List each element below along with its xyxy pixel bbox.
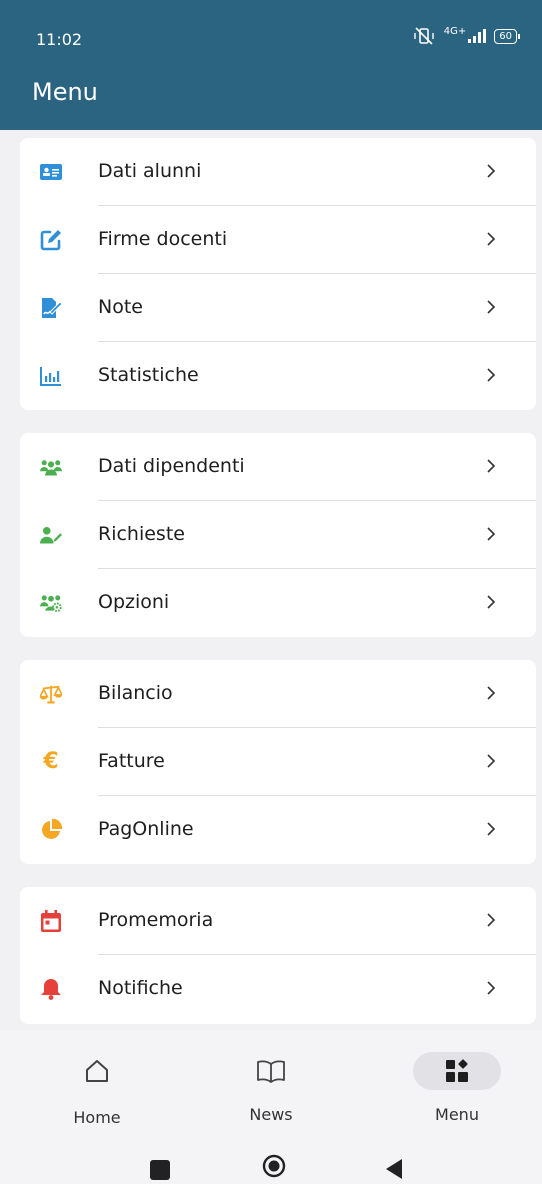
app-bar: Menu (0, 76, 542, 130)
nav-news-label: News (249, 1105, 293, 1124)
menu-item-label: Bilancio (98, 682, 173, 704)
menu-item-fatture[interactable]: € Fatture (20, 728, 536, 796)
note-sign-icon (40, 297, 62, 319)
menu-item-dati-alunni[interactable]: Dati alunni (20, 138, 536, 206)
status-bar: 11:02 4G+ 60 (0, 0, 542, 76)
nav-menu[interactable]: Menu (397, 1052, 517, 1132)
chevron-right-icon (482, 455, 500, 477)
menu-item-label: Notifiche (98, 977, 183, 999)
pie-chart-icon (40, 819, 62, 841)
user-pen-icon (40, 524, 62, 546)
chevron-right-icon (482, 591, 500, 613)
recents-button[interactable] (150, 1160, 170, 1180)
home-system-button[interactable] (262, 1154, 286, 1178)
nav-news[interactable]: News (211, 1052, 331, 1132)
menu-item-firme-docenti[interactable]: Firme docenti (20, 206, 536, 274)
menu-item-label: Firme docenti (98, 228, 228, 250)
menu-group-finance: Bilancio € Fatture PagOnline (20, 660, 536, 864)
status-icons: 4G+ 60 (412, 25, 520, 45)
menu-item-label: Fatture (98, 750, 165, 772)
menu-group-staff: Dati dipendenti Richieste Opzioni (20, 433, 536, 637)
chevron-right-icon (482, 160, 500, 182)
system-navigation-bar (0, 1132, 542, 1184)
menu-item-label: Richieste (98, 523, 185, 545)
nav-news-icon-container (227, 1052, 315, 1090)
menu-item-richieste[interactable]: Richieste (20, 501, 536, 569)
menu-item-dati-dipendenti[interactable]: Dati dipendenti (20, 433, 536, 501)
menu-item-statistiche[interactable]: Statistiche (20, 342, 536, 410)
signal-icon (468, 29, 487, 43)
vibrate-off-icon (414, 27, 434, 45)
calendar-icon (40, 910, 62, 932)
page-title: Menu (32, 78, 98, 106)
menu-group-school: Dati alunni Firme docenti Note Statistic… (20, 138, 536, 410)
menu-item-label: PagOnline (98, 818, 194, 840)
battery-level: 60 (494, 28, 517, 44)
nav-menu-icon-container (413, 1052, 501, 1090)
chevron-right-icon (482, 909, 500, 931)
chevron-right-icon (482, 977, 500, 999)
menu-item-bilancio[interactable]: Bilancio (20, 660, 536, 728)
circle-home-icon (262, 1154, 286, 1178)
bottom-navigation: Home News Menu (0, 1030, 542, 1132)
menu-item-label: Opzioni (98, 591, 170, 613)
battery-icon: 60 (494, 28, 520, 44)
chevron-right-icon (482, 818, 500, 840)
edit-square-icon (40, 229, 62, 251)
users-gear-icon (40, 592, 62, 614)
network-type: 4G+ (443, 25, 467, 37)
menu-item-label: Dati dipendenti (98, 455, 245, 477)
status-time: 11:02 (36, 30, 83, 49)
menu-item-label: Dati alunni (98, 160, 202, 182)
menu-item-label: Promemoria (98, 909, 214, 931)
menu-item-pagonline[interactable]: PagOnline (20, 796, 536, 864)
users-group-icon (40, 456, 62, 478)
back-button[interactable] (384, 1158, 404, 1180)
menu-group-alerts: Promemoria Notifiche (20, 887, 536, 1024)
euro-icon: € (43, 749, 59, 774)
back-triangle-icon (386, 1159, 402, 1179)
chevron-right-icon (482, 296, 500, 318)
nav-home-label: Home (73, 1108, 121, 1127)
menu-item-opzioni[interactable]: Opzioni (20, 569, 536, 637)
dashboard-icon (446, 1059, 468, 1082)
scale-icon (40, 683, 62, 705)
menu-item-notifiche[interactable]: Notifiche (20, 955, 536, 1023)
home-icon (86, 1060, 108, 1082)
chevron-right-icon (482, 750, 500, 772)
menu-item-promemoria[interactable]: Promemoria (20, 887, 536, 955)
nav-menu-label: Menu (435, 1105, 479, 1124)
nav-home-icon-container (53, 1052, 141, 1090)
nav-home[interactable]: Home (37, 1052, 157, 1132)
bell-icon (40, 978, 62, 1000)
chevron-right-icon (482, 228, 500, 250)
menu-item-label: Note (98, 296, 143, 318)
chevron-right-icon (482, 682, 500, 704)
chevron-right-icon (482, 364, 500, 386)
menu-item-label: Statistiche (98, 364, 199, 386)
id-card-icon (40, 161, 62, 183)
book-icon (257, 1060, 285, 1083)
chevron-right-icon (482, 523, 500, 545)
menu-item-note[interactable]: Note (20, 274, 536, 342)
bar-chart-icon (40, 365, 62, 387)
